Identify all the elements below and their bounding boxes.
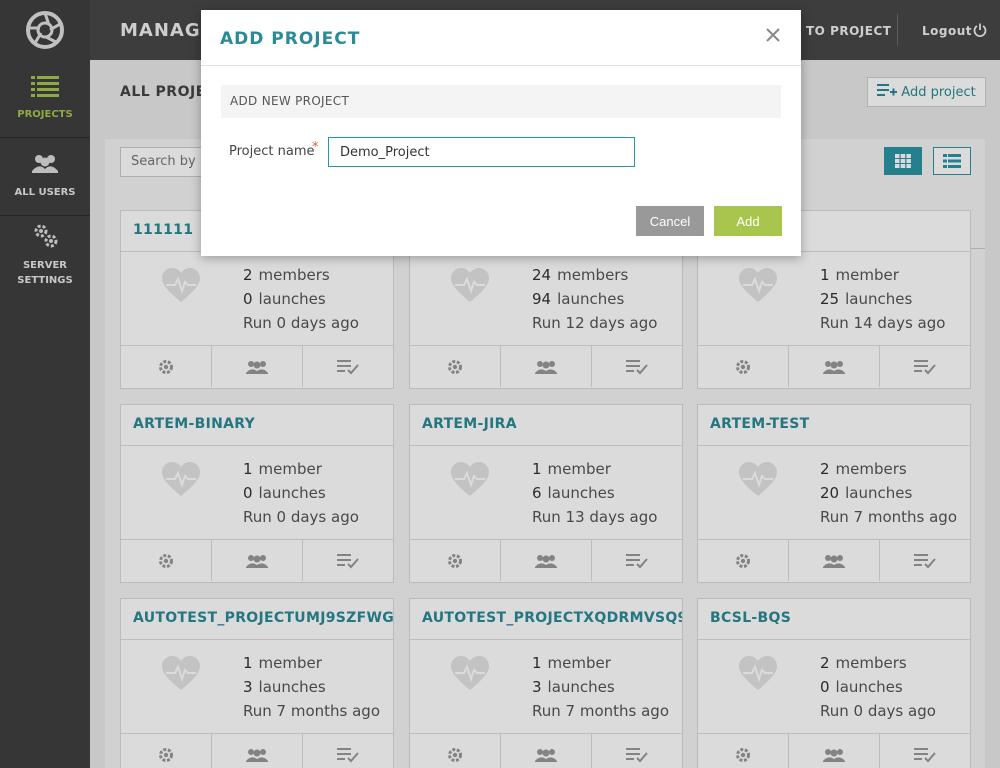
modal-divider [201, 65, 801, 66]
cancel-button[interactable]: Cancel [636, 206, 704, 236]
modal-subtitle: ADD NEW PROJECT [221, 85, 781, 118]
close-icon[interactable] [764, 26, 782, 44]
add-button[interactable]: Add [714, 206, 782, 236]
project-name-input[interactable] [328, 137, 635, 167]
required-marker: * [312, 140, 319, 155]
add-project-modal: ADD PROJECT ADD NEW PROJECT Project name… [201, 10, 801, 256]
modal-title: ADD PROJECT [220, 29, 361, 49]
project-name-label: Project name [229, 144, 315, 159]
